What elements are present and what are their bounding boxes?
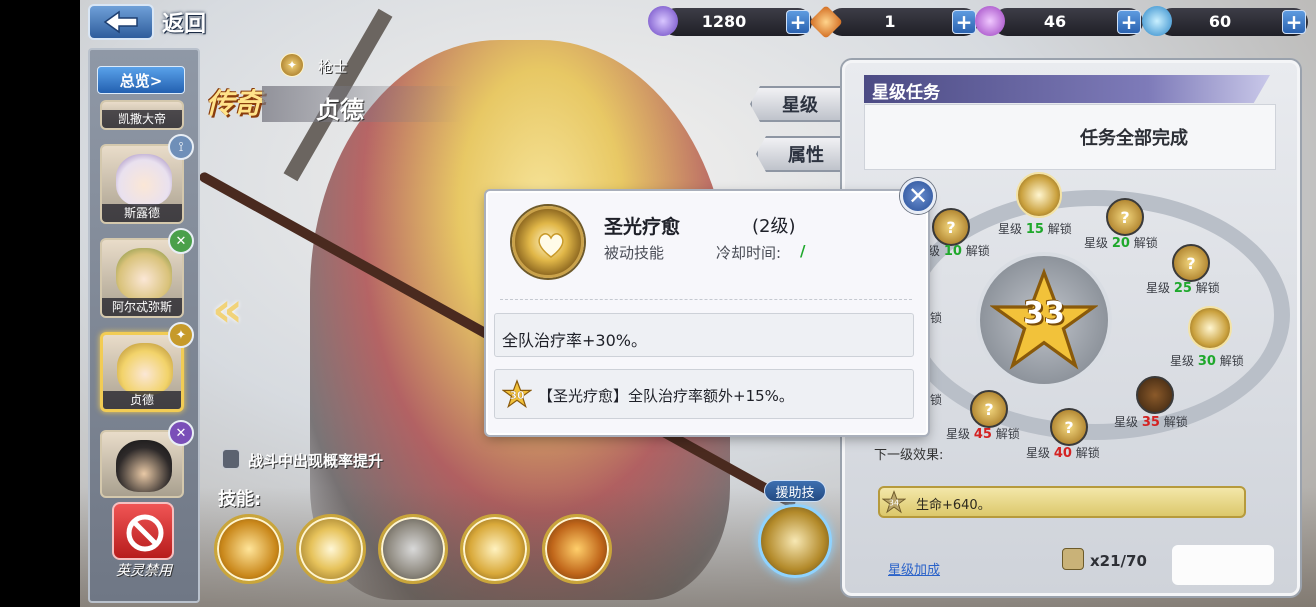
skill-slot-2[interactable] xyxy=(296,514,366,584)
skill-name: 圣光疗愈 xyxy=(604,216,681,238)
back-button[interactable] xyxy=(88,4,154,40)
star-bonus-link[interactable]: 星级加成 xyxy=(888,559,940,578)
skill-type: 被动技能 xyxy=(604,244,665,262)
heart-icon xyxy=(538,233,564,258)
hero-class: 枪士 xyxy=(318,58,349,76)
cooldown-label: 冷却时间: xyxy=(716,244,782,262)
star-node-label-partial: 锁 xyxy=(930,311,943,325)
star-icon: 34 xyxy=(882,490,906,514)
back-arrow-icon xyxy=(103,10,138,34)
hero-card-name: 贞德 xyxy=(103,391,181,409)
add-orange-token-button[interactable]: + xyxy=(952,10,976,34)
star-node-30[interactable] xyxy=(1188,306,1232,350)
add-blue-crystal-button[interactable]: + xyxy=(1282,10,1306,34)
star-level-value: 33 xyxy=(1023,296,1065,331)
sword-class-icon: ✕ xyxy=(168,420,194,446)
assist-skill-label: 援助技 xyxy=(764,480,826,502)
hero-portrait xyxy=(116,248,172,300)
previous-hero-arrow-icon[interactable]: « xyxy=(212,282,243,338)
cooldown-value: / xyxy=(800,242,806,260)
star-effect-level: 30 xyxy=(509,389,524,402)
resource-orange-token: 1 + xyxy=(828,8,978,36)
tab-attributes[interactable]: 属性 xyxy=(756,136,856,172)
assist-skill-button[interactable] xyxy=(758,504,832,578)
star-node-label: 级 10 解锁 xyxy=(928,244,990,259)
purple-gem-icon xyxy=(648,6,678,36)
skill-slot-1[interactable] xyxy=(214,514,284,584)
star-node-label-partial: 锁 xyxy=(930,393,943,407)
star-node-label: 星级 40 解锁 xyxy=(1026,446,1100,461)
star-node-label: 星级 25 解锁 xyxy=(1146,281,1220,296)
star-node-45[interactable]: ? xyxy=(970,390,1008,428)
next-effect-label: 下一级效果: xyxy=(874,448,944,463)
hero-card-name: 凯撒大帝 xyxy=(102,110,182,128)
lance-class-icon: ✦ xyxy=(168,322,194,348)
star-node-label: 星级 15 解锁 xyxy=(998,222,1072,237)
mission-status: 任务全部完成 xyxy=(1080,128,1188,149)
star-node-15[interactable] xyxy=(1016,172,1062,218)
staff-class-icon: ⟟ xyxy=(168,134,194,160)
lance-class-icon: ✦ xyxy=(280,53,304,77)
star-material-icon xyxy=(1062,548,1084,570)
back-label: 返回 xyxy=(162,12,207,37)
hero-portrait xyxy=(116,440,172,492)
hero-name: 贞德 xyxy=(316,96,364,124)
skill-effect-text: 全队治疗率+30%。 xyxy=(502,331,647,350)
skill-slot-4[interactable] xyxy=(460,514,530,584)
material-count: x21/70 xyxy=(1090,552,1147,570)
hero-ban-label: 英灵禁用 xyxy=(116,563,172,579)
star-node-label: 星级 30 解锁 xyxy=(1170,354,1244,369)
add-purple-gem-button[interactable]: + xyxy=(786,10,810,34)
next-effect-text: 生命+640。 xyxy=(916,498,991,513)
overview-button[interactable]: 总览> xyxy=(97,66,185,94)
resource-purple-orb: 46 + xyxy=(993,8,1143,36)
resource-value: 1 xyxy=(884,12,896,31)
bow-class-icon: ✕ xyxy=(168,228,194,254)
skill-slot-3[interactable] xyxy=(378,514,448,584)
lock-icon xyxy=(222,449,240,469)
star-node-label: 星级 35 解锁 xyxy=(1114,415,1188,430)
hero-ban-button[interactable] xyxy=(112,502,174,560)
popup-divider xyxy=(500,299,912,300)
skill-level: (2级) xyxy=(752,216,796,237)
star-node-25[interactable]: ? xyxy=(1172,244,1210,282)
blue-crystal-icon xyxy=(1142,6,1172,36)
holy-heal-skill-icon xyxy=(512,206,584,278)
letterbox-left xyxy=(0,0,80,607)
hero-portrait xyxy=(116,154,172,206)
star-node-20[interactable]: ? xyxy=(1106,198,1144,236)
resource-purple-gem: 1280 + xyxy=(662,8,812,36)
ban-icon xyxy=(126,514,164,552)
upgrade-star-button[interactable] xyxy=(1172,545,1274,585)
hero-card-name: 斯露德 xyxy=(102,204,182,222)
star-node-label: 星级 45 解锁 xyxy=(946,427,1020,442)
star-icon: 30 xyxy=(502,379,532,409)
next-star-level: 34 xyxy=(889,497,899,507)
tab-star[interactable]: 星级 xyxy=(750,86,850,122)
close-popup-button[interactable]: ✕ xyxy=(900,178,936,214)
star-node-10[interactable]: ? xyxy=(932,208,970,246)
appearance-rate-text: 战斗中出现概率提升 xyxy=(248,452,384,470)
purple-orb-icon xyxy=(975,6,1005,36)
resource-blue-crystal: 60 + xyxy=(1158,8,1308,36)
resource-value: 1280 xyxy=(701,12,747,31)
skills-label: 技能: xyxy=(218,489,262,510)
star-node-label: 星级 20 解锁 xyxy=(1084,236,1158,251)
hero-card-caesar[interactable]: 凯撒大帝 xyxy=(100,100,184,130)
hero-card-name: 阿尔忒弥斯 xyxy=(102,298,182,316)
skill-slot-5[interactable] xyxy=(542,514,612,584)
hero-portrait xyxy=(117,343,173,395)
star-effect-text: 【圣光疗愈】全队治疗率额外+15%。 xyxy=(538,387,794,405)
resource-value: 46 xyxy=(1043,12,1067,31)
panel-title: 星级任务 xyxy=(872,83,940,103)
star-node-40[interactable]: ? xyxy=(1050,408,1088,446)
star-node-35[interactable] xyxy=(1136,376,1174,414)
add-purple-orb-button[interactable]: + xyxy=(1117,10,1141,34)
resource-value: 60 xyxy=(1208,12,1232,31)
